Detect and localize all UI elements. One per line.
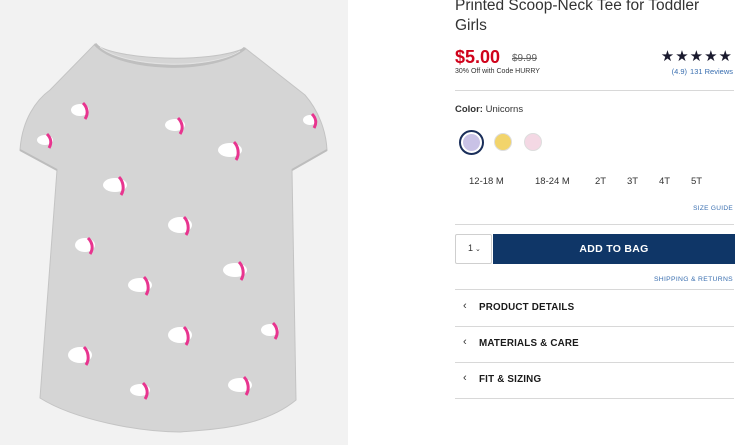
quantity-value: 1 — [468, 243, 474, 253]
chevron-left-icon: ‹ — [463, 300, 467, 312]
product-details-panel: Printed Scoop-Neck Tee for Toddler Girls… — [455, 0, 735, 445]
divider — [455, 398, 734, 399]
accordion-label: FIT & SIZING — [479, 374, 542, 385]
accordion-product-details[interactable]: ‹ PRODUCT DETAILS — [455, 291, 734, 326]
accordion-label: MATERIALS & CARE — [479, 338, 579, 349]
color-label: Color: Unicorns — [455, 104, 523, 115]
product-title: Printed Scoop-Neck Tee for Toddler Girls — [455, 0, 700, 34]
rating-stars-icon[interactable]: ★★★★★ — [661, 47, 733, 65]
size-option-4t[interactable]: 4T — [659, 176, 670, 187]
quantity-select[interactable]: 1 ⌄ — [455, 234, 492, 264]
add-to-bag-button[interactable]: ADD TO BAG — [493, 234, 735, 264]
swatch-unicorns[interactable] — [459, 130, 484, 155]
sale-price: $5.00 — [455, 47, 501, 67]
reviews-count[interactable]: 131 Reviews — [690, 67, 733, 76]
size-option-5t[interactable]: 5T — [691, 176, 702, 187]
chevron-left-icon: ‹ — [463, 372, 467, 384]
product-image[interactable] — [0, 0, 348, 445]
t-shirt-image — [19, 42, 328, 433]
accordion-label: PRODUCT DETAILS — [479, 302, 575, 313]
swatch-yellow-print[interactable] — [494, 133, 512, 151]
color-label-value: Unicorns — [485, 104, 524, 115]
accordion-fit-sizing[interactable]: ‹ FIT & SIZING — [455, 363, 734, 398]
color-label-key: Color: — [455, 104, 483, 115]
chevron-down-icon: ⌄ — [475, 246, 481, 253]
accordion-materials-care[interactable]: ‹ MATERIALS & CARE — [455, 327, 734, 362]
size-guide-link[interactable]: SIZE GUIDE — [693, 205, 733, 212]
size-option-2t[interactable]: 2T — [595, 176, 606, 187]
size-option-12-18m[interactable]: 12-18 M — [469, 176, 504, 187]
promo-text: 30% Off with Code HURRY — [455, 68, 540, 75]
swatch-unicorns-fill — [463, 134, 480, 151]
shipping-returns-link[interactable]: SHIPPING & RETURNS — [654, 276, 733, 283]
chevron-left-icon: ‹ — [463, 336, 467, 348]
size-option-3t[interactable]: 3T — [627, 176, 638, 187]
reviews-link[interactable]: (4.9) 131 Reviews — [669, 67, 733, 76]
divider — [455, 224, 734, 225]
divider — [455, 90, 734, 91]
original-price: $9.99 — [512, 53, 538, 64]
size-option-18-24m[interactable]: 18-24 M — [535, 176, 570, 187]
swatch-pink-print[interactable] — [524, 133, 542, 151]
divider — [455, 289, 734, 290]
rating-value: (4.9) — [671, 67, 688, 76]
